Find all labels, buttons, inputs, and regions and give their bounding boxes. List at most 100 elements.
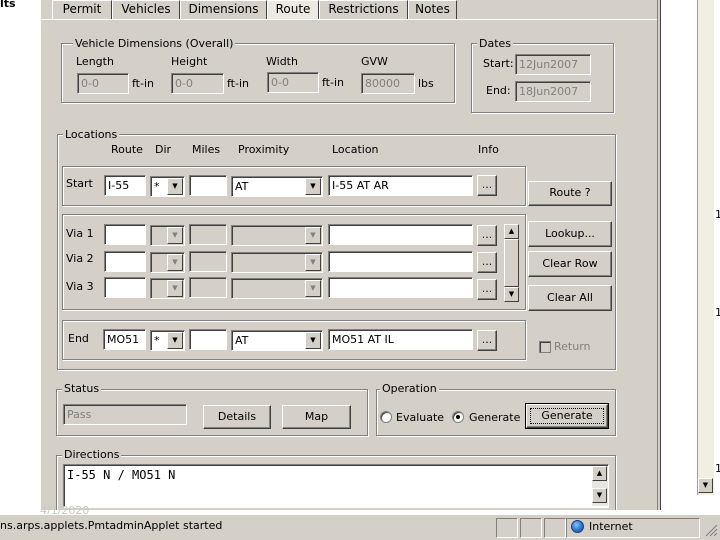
security-zone-pane [566,518,700,538]
scroll-up-arrow-icon[interactable]: ▲ [504,224,519,239]
end-miles-field[interactable] [189,329,227,350]
via2-proximity-select[interactable]: ▼ [231,252,323,273]
security-zone-label: Internet [589,520,633,533]
tab-notes[interactable]: Notes [408,0,457,19]
chevron-down-icon: ▼ [167,332,183,349]
via2-dir-select[interactable]: ▼ [150,252,185,273]
directions-scrollbar[interactable]: ▲ ▼ [592,466,608,506]
lookup-button[interactable]: Lookup... [528,221,612,247]
route-check-button[interactable]: Route ? [528,181,612,206]
generate-label: Generate [469,411,521,424]
directions-textarea[interactable]: I-55 N / MO51 N [63,464,609,508]
status-field: Pass [63,404,187,425]
tab-restrictions[interactable]: Restrictions [319,0,408,19]
via3-proximity-select[interactable]: ▼ [231,278,323,299]
length-label: Length [76,55,114,68]
tab-route[interactable]: Route [267,0,319,20]
chevron-down-icon: ▼ [305,254,321,271]
chevron-down-icon: ▼ [305,280,321,297]
status-title: Status [62,382,102,395]
chevron-down-icon: ▼ [305,227,321,244]
end-location-field[interactable]: MO51 AT IL [328,329,473,350]
generate-button[interactable]: Generate [525,403,609,429]
evaluate-radio[interactable] [380,411,392,423]
right-edge-mark: 1 [715,208,720,221]
return-checkbox[interactable] [539,341,551,353]
via3-location-field[interactable] [328,277,473,298]
tab-permit[interactable]: Permit [52,0,112,19]
via-scrollbar[interactable]: ▲ ▼ [503,223,520,303]
vehicle-dimensions-title: Vehicle Dimensions (Overall) [73,37,236,50]
start-info-button[interactable]: ... [477,175,497,196]
generate-radio[interactable] [452,411,464,423]
dir-column-header: Dir [155,143,172,156]
right-edge-mark: 1 [715,306,720,319]
chevron-down-icon: ▼ [167,254,183,271]
resize-grip-icon[interactable] [704,523,718,537]
via1-miles-field[interactable] [189,224,227,245]
via3-miles-field[interactable] [189,277,227,298]
via3-dir-select[interactable]: ▼ [150,278,185,299]
applet-panel: Permit Vehicles Dimensions Route Restric… [41,0,661,510]
length-unit: ft-in [132,77,154,90]
info-column-header: Info [478,143,499,156]
via1-location-field[interactable] [328,224,473,245]
status-pane [520,518,542,538]
tab-vehicles[interactable]: Vehicles [112,0,180,19]
end-date-field[interactable]: 18Jun2007 [515,81,591,102]
via1-route-field[interactable] [104,224,146,245]
location-column-header: Location [332,143,379,156]
dates-title: Dates [477,37,514,50]
start-date-label: Start: [483,57,514,70]
scroll-down-arrow-icon[interactable]: ▼ [504,287,519,302]
tab-strip-line [41,19,661,20]
route-column-header: Route [111,143,143,156]
via2-row-label: Via 2 [66,252,94,265]
details-button[interactable]: Details [203,405,271,429]
end-proximity-select[interactable]: AT ▼ [231,330,323,351]
scroll-down-arrow-icon[interactable]: ▼ [592,488,607,503]
proximity-column-header: Proximity [238,143,290,156]
width-unit: ft-in [322,76,344,89]
width-field[interactable]: 0-0 [267,72,319,93]
locations-title: Locations [63,128,120,141]
right-edge-mark: 1 [715,462,720,475]
end-route-field[interactable]: MO51 [103,329,146,350]
start-dir-select[interactable]: * ▼ [150,176,185,197]
clear-all-button[interactable]: Clear All [528,285,612,311]
via2-info-button[interactable]: ... [477,252,497,273]
start-location-field[interactable]: I-55 AT AR [328,175,473,196]
height-field[interactable]: 0-0 [171,73,224,94]
map-button[interactable]: Map [282,405,351,429]
browser-vertical-scrollbar[interactable]: ▼ [698,0,714,495]
gvw-field[interactable]: 80000 [361,73,415,94]
scroll-down-arrow-icon[interactable]: ▼ [698,478,713,493]
status-pane [544,518,566,538]
via2-miles-field[interactable] [189,251,227,272]
via2-route-field[interactable] [104,251,146,272]
chevron-down-icon: ▼ [167,227,183,244]
via2-location-field[interactable] [328,251,473,272]
scroll-up-arrow-icon[interactable]: ▲ [592,466,607,481]
via1-proximity-select[interactable]: ▼ [231,225,323,246]
start-date-field[interactable]: 12Jun2007 [515,54,591,75]
left-browser-area [0,0,41,510]
left-page-fragment: lts [0,0,16,10]
gvw-unit: lbs [418,77,434,90]
via3-info-button[interactable]: ... [477,279,497,300]
tab-dimensions[interactable]: Dimensions [180,0,267,19]
start-miles-field[interactable] [189,175,227,196]
scrollbar-thumb[interactable] [504,239,519,287]
via1-info-button[interactable]: ... [477,225,497,246]
via3-route-field[interactable] [104,277,146,298]
end-dir-select[interactable]: * ▼ [150,330,185,351]
start-route-field[interactable]: I-55 [104,175,146,196]
height-label: Height [171,55,208,68]
end-row-label: End [68,332,89,345]
via1-dir-select[interactable]: ▼ [150,225,185,246]
clear-row-button[interactable]: Clear Row [528,251,612,277]
length-field[interactable]: 0-0 [77,73,129,94]
end-info-button[interactable]: ... [477,330,497,351]
end-date-label: End: [486,84,511,97]
start-proximity-select[interactable]: AT ▼ [231,176,323,197]
